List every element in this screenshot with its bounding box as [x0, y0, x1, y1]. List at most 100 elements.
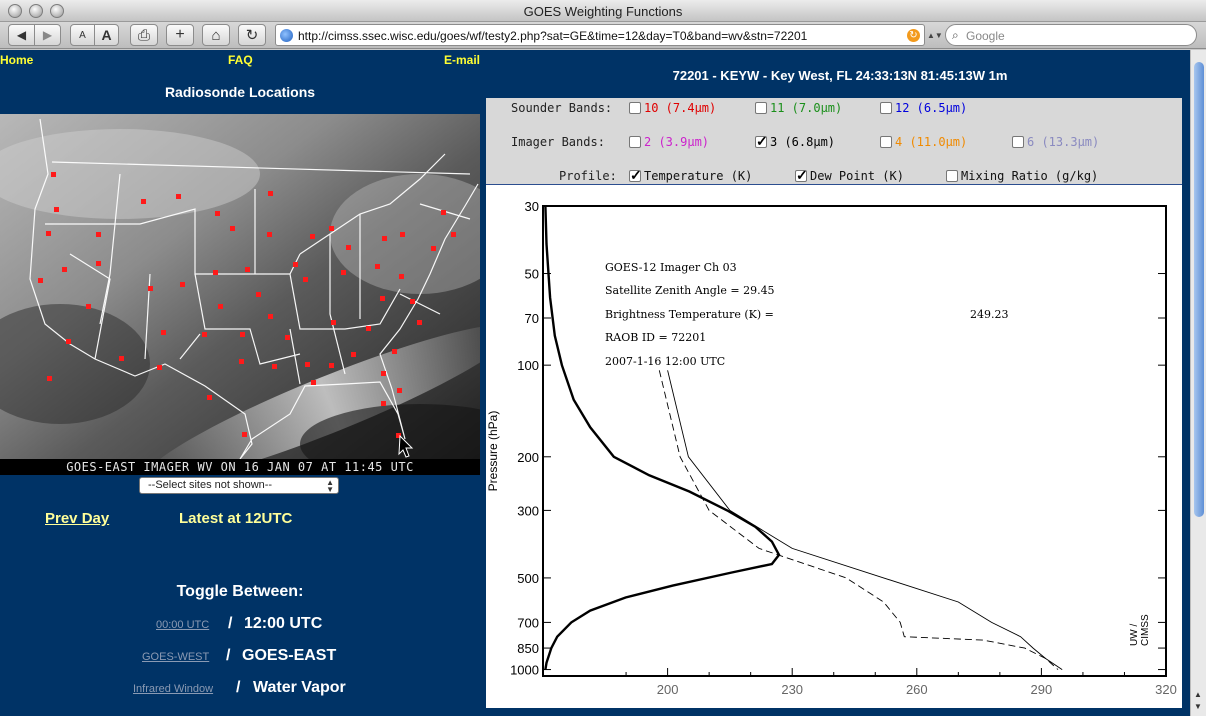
site-marker — [399, 274, 404, 279]
time-0000-link[interactable]: 00:00 UTC — [156, 619, 209, 631]
brightness-temperature-value: 249.23 — [970, 308, 1009, 321]
home-icon: ⌂ — [211, 26, 221, 44]
email-link[interactable]: E-mail — [444, 53, 480, 67]
x-tick-label: 260 — [906, 682, 928, 697]
plot-frame — [542, 205, 1167, 677]
forward-arrow-icon: ▶ — [42, 28, 53, 42]
site-marker — [141, 199, 146, 204]
text-bigger-button[interactable]: A — [94, 24, 119, 46]
scroll-up-arrow-icon[interactable]: ▲ — [1194, 690, 1202, 699]
y-tick-label: 1000 — [510, 663, 539, 678]
profile-checkbox[interactable] — [946, 170, 958, 182]
site-marker — [218, 304, 223, 309]
weighting-function-panel: Sounder Bands: Imager Bands: Profile: 10… — [486, 98, 1182, 708]
x-tick-label: 290 — [1031, 682, 1053, 697]
site-marker — [382, 236, 387, 241]
back-button[interactable]: ◀ — [8, 24, 35, 46]
radiosonde-map[interactable] — [0, 114, 480, 475]
text-bigger-label: A — [101, 27, 112, 43]
sounder-band-label: 12 (6.5µm) — [895, 101, 968, 115]
site-marker — [272, 364, 277, 369]
infrared-window-link[interactable]: Infrared Window — [133, 683, 213, 695]
site-marker — [351, 352, 356, 357]
address-url[interactable]: http://cimss.ssec.wisc.edu/goes/wf/testy… — [298, 29, 807, 43]
site-marker — [256, 292, 261, 297]
goes-west-link[interactable]: GOES-WEST — [142, 651, 209, 663]
x-tick-label: 230 — [781, 682, 803, 697]
site-marker — [96, 261, 101, 266]
site-marker — [54, 207, 59, 212]
toggle-title: Toggle Between: — [176, 583, 304, 600]
chart-annotation: 2007-1-16 12:00 UTC — [605, 355, 725, 368]
text-smaller-button[interactable]: A — [70, 24, 95, 46]
vertical-scrollbar[interactable]: ▲ ▼ — [1190, 50, 1206, 716]
site-marker — [331, 320, 336, 325]
imager-band-label: 4 (11.0µm) — [895, 135, 968, 149]
imager-band-label: 2 (3.9µm) — [644, 135, 710, 149]
imager-band-checkbox[interactable] — [880, 136, 892, 148]
site-marker — [62, 267, 67, 272]
y-tick-label: 50 — [525, 267, 539, 282]
site-marker — [451, 232, 456, 237]
sounder-band-checkbox[interactable] — [629, 102, 641, 114]
y-tick-label: 200 — [517, 450, 539, 465]
site-marker — [148, 286, 153, 291]
site-marker — [310, 234, 315, 239]
reload-button[interactable]: ↻ — [238, 24, 266, 46]
current-satellite-label: GOES-EAST — [242, 647, 337, 664]
x-tick-label: 320 — [1155, 682, 1177, 697]
profile-checkbox[interactable] — [629, 167, 642, 184]
reload-icon: ↻ — [245, 27, 259, 44]
sites-select[interactable]: --Select sites not shown-- ▲ ▼ — [139, 477, 339, 494]
profile-label: Dew Point (K) — [810, 169, 904, 183]
address-bar[interactable]: http://cimss.ssec.wisc.edu/goes/wf/testy… — [275, 24, 925, 46]
print-button[interactable]: ⎙ — [130, 24, 158, 46]
chart-annotation: Brightness Temperature (K) = — [605, 308, 774, 321]
faq-link[interactable]: FAQ — [228, 53, 253, 67]
imager-band-label: 3 (6.8µm) — [770, 135, 836, 149]
search-engine-menu-icon[interactable]: ▲▼ — [927, 31, 943, 40]
y-tick-label: 300 — [517, 503, 539, 518]
imager-band-checkbox[interactable] — [1012, 136, 1024, 148]
rss-icon[interactable]: ↻ — [907, 29, 920, 42]
site-marker — [441, 210, 446, 215]
map-caption: GOES-EAST IMAGER WV ON 16 JAN 07 AT 11:4… — [0, 459, 480, 475]
sounder-band-label: 10 (7.4µm) — [644, 101, 717, 115]
prev-day-link[interactable]: Prev Day — [45, 510, 109, 527]
sites-select-value: --Select sites not shown-- — [148, 479, 273, 491]
scroll-down-arrow-icon[interactable]: ▼ — [1194, 702, 1202, 711]
scrollbar-thumb[interactable] — [1194, 62, 1204, 517]
site-marker — [392, 349, 397, 354]
y-tick-label: 100 — [517, 358, 539, 373]
window-title: GOES Weighting Functions — [523, 4, 683, 19]
imager-band-checkbox[interactable] — [629, 136, 641, 148]
site-marker — [239, 359, 244, 364]
plus-icon: + — [175, 26, 185, 43]
imager-band-checkbox[interactable] — [755, 133, 768, 150]
profile-checkbox[interactable] — [795, 167, 808, 184]
y-tick-label: 70 — [525, 311, 539, 326]
profile-label: Profile: — [559, 169, 617, 183]
site-marker — [38, 278, 43, 283]
temperature-line — [667, 370, 1063, 670]
credit-label: UW / CIMSS — [1129, 614, 1151, 646]
forward-button[interactable]: ▶ — [34, 24, 61, 46]
latest-label: Latest at 12UTC — [179, 510, 293, 527]
site-marker — [215, 211, 220, 216]
search-input[interactable]: ⌕ Google — [945, 24, 1197, 46]
toggle-separator: / — [236, 679, 241, 696]
site-marker — [207, 395, 212, 400]
back-arrow-icon: ◀ — [16, 28, 27, 42]
site-marker — [230, 226, 235, 231]
current-time-label: 12:00 UTC — [244, 615, 323, 632]
search-icon: ⌕ — [952, 28, 959, 42]
site-marker — [417, 320, 422, 325]
sounder-band-checkbox[interactable] — [755, 102, 767, 114]
y-axis-label: Pressure (hPa) — [486, 411, 500, 492]
sounder-band-checkbox[interactable] — [880, 102, 892, 114]
page-content: Home FAQ E-mail Radiosonde Locations GOE… — [0, 50, 1190, 716]
home-link[interactable]: Home — [0, 53, 33, 67]
home-button[interactable]: ⌂ — [202, 24, 230, 46]
site-marker — [285, 335, 290, 340]
add-bookmark-button[interactable]: + — [166, 24, 194, 46]
